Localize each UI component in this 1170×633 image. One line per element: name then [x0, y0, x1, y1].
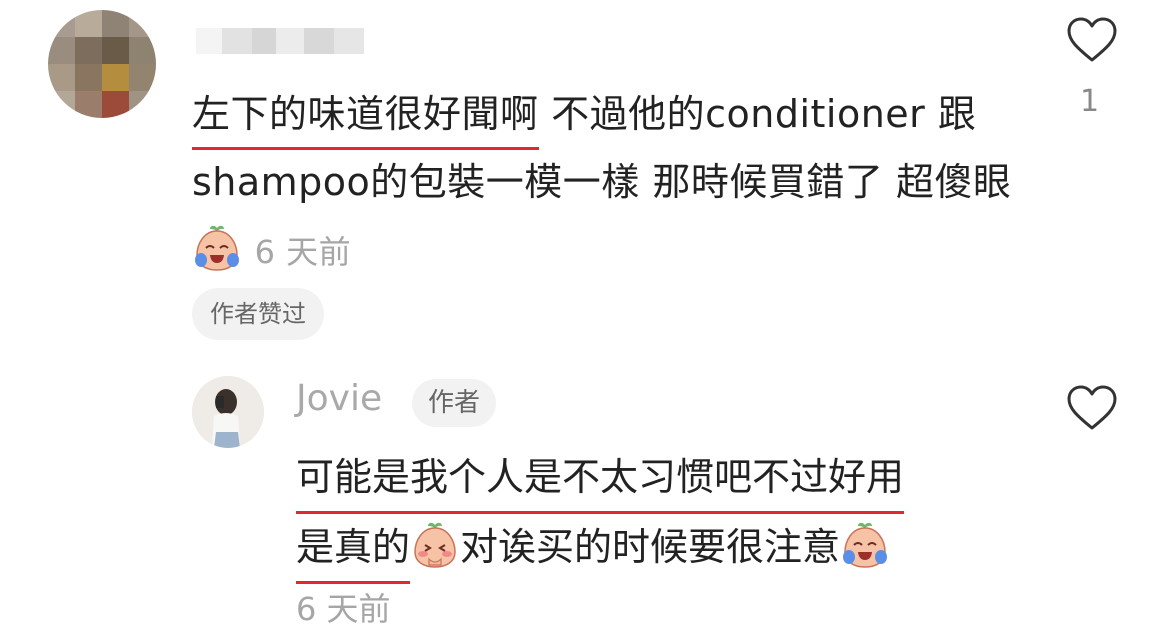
reply-highlight-text-1: 可能是我个人是不太习惯吧不过好用 — [296, 442, 905, 514]
reply-text: 可能是我个人是不太习惯吧不过好用 是真的 对诶买的时候要很注意 — [296, 442, 996, 584]
reply-time: 6 天前 — [296, 590, 391, 628]
comment-time: 6 天前 — [254, 233, 352, 271]
like-count: 1 — [1080, 84, 1100, 119]
comment-highlight-text: 左下的味道很好聞啊 — [192, 80, 539, 150]
like-heart-icon[interactable] — [1066, 16, 1118, 64]
crying-laughing-peach-emoji-icon — [195, 225, 239, 271]
reply-avatar[interactable] — [192, 376, 264, 448]
commenter-avatar[interactable] — [48, 10, 156, 118]
reply-username[interactable]: Jovie — [296, 378, 382, 419]
author-tag: 作者 — [412, 379, 497, 427]
commenter-username-redacted — [196, 28, 364, 54]
author-liked-badge: 作者赞过 — [192, 288, 324, 340]
reply-like-heart-icon[interactable] — [1066, 384, 1118, 432]
reply-text-rest: 对诶买的时候要很注意 — [460, 525, 841, 569]
reply-highlight-text-2: 是真的 — [296, 512, 411, 584]
crying-laughing-peach-emoji-icon-2 — [843, 522, 888, 568]
comment-text: 左下的味道很好聞啊 不過他的conditioner 跟shampoo的包裝一模一… — [192, 80, 1012, 286]
blushing-peach-emoji-icon — [414, 522, 456, 568]
